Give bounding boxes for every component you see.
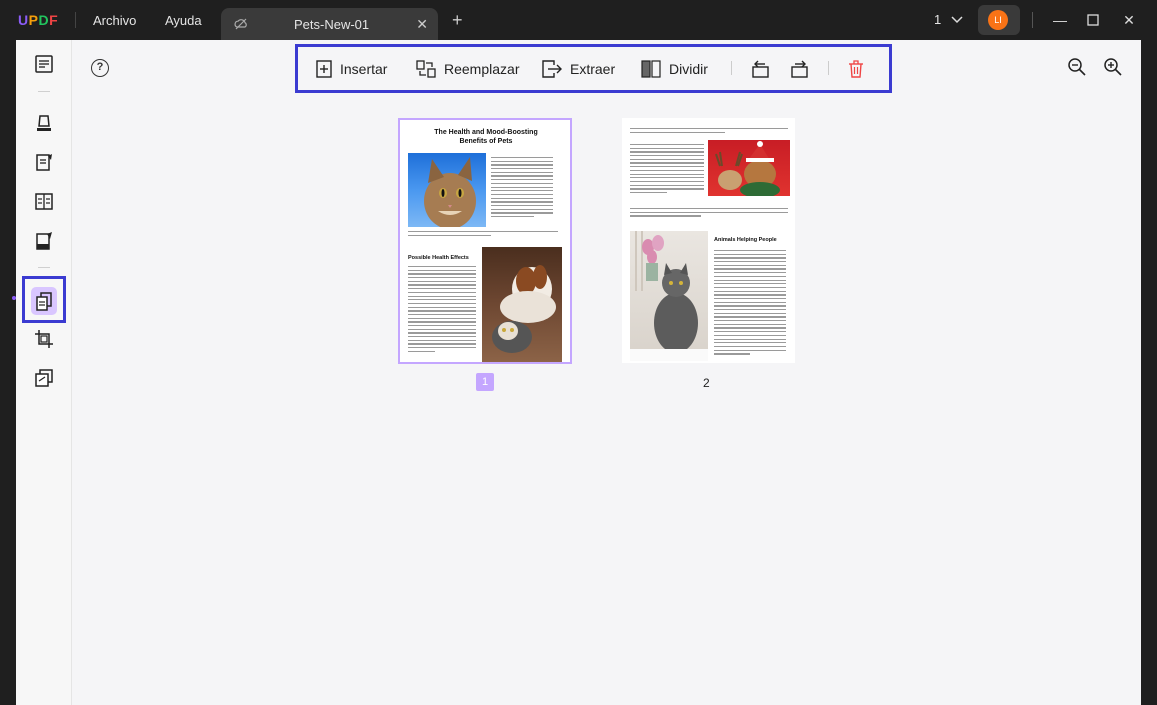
new-tab-icon[interactable]: + [452,11,463,29]
gray-cat-photo [630,231,708,361]
page-1-caption-text [408,231,558,238]
cloud-off-icon [234,18,247,30]
dogs-photo [482,247,562,362]
menu-ayuda[interactable]: Ayuda [165,13,202,28]
reader-icon[interactable] [28,48,60,80]
zoom-out-icon[interactable] [1067,57,1087,77]
page-thumbnail-1[interactable]: The Health and Mood-Boosting Benefits of… [398,118,572,364]
avatar: LI [988,10,1008,30]
menu-divider [75,12,76,28]
form-icon[interactable] [28,185,60,217]
tab-title: Pets-New-01 [294,17,370,32]
window-controls-divider [1032,12,1033,28]
title-bar: UPDF Archivo Ayuda Pets-New-01 ✕ + 1 LI … [0,0,1157,40]
sidebar-divider [38,91,50,92]
layers-icon[interactable] [28,362,60,394]
page-2-quote-text [630,208,788,219]
page-2-column-text [630,144,704,196]
app-logo: UPDF [18,12,59,28]
page-thumbnail-2[interactable]: Animals Helping People [622,118,795,363]
comment-icon[interactable] [28,107,60,139]
page-1-section-text [408,266,476,355]
document-tab[interactable]: Pets-New-01 ✕ [221,8,438,40]
rotate-right-icon [791,60,808,78]
close-window-icon[interactable]: ✕ [1119,10,1139,30]
insert-page-icon [316,60,332,78]
extract-label: Extraer [570,61,616,77]
zoom-in-icon[interactable] [1103,57,1123,77]
split-page-icon [641,60,661,78]
active-tool-highlight [22,276,66,323]
delete-page-button[interactable] [848,58,864,80]
holiday-pets-photo [708,140,790,196]
account-button[interactable]: LI [978,5,1020,35]
page-1-heading: Possible Health Effects [408,255,469,261]
toolbar-divider [731,61,732,75]
menu-archivo[interactable]: Archivo [93,13,136,28]
page-2-section-text [714,250,786,357]
trash-icon [849,60,863,78]
extract-button[interactable]: Extraer [542,58,615,80]
rotate-left-button[interactable] [750,58,770,80]
maximize-icon[interactable] [1083,10,1103,30]
insert-button[interactable]: Insertar [316,58,387,80]
page-number-2: 2 [703,376,710,390]
insert-label: Insertar [340,61,388,77]
replace-label: Reemplazar [444,61,520,77]
split-button[interactable]: Dividir [641,58,708,80]
cat-photo [408,153,486,227]
page-count-value: 1 [934,12,942,27]
sidebar-divider [38,267,50,268]
page-number-1: 1 [476,373,494,391]
page-1-body-text [491,157,553,220]
extract-page-icon [542,60,562,78]
left-sidebar [16,40,72,705]
rotate-left-icon [752,60,769,78]
sidebar-indicator-dot [12,296,16,300]
page-2-intro-text [630,128,788,135]
main-area: ? Insertar Reemplazar Extraer Dividir Th… [72,40,1141,705]
toolbar-divider [828,61,829,75]
sign-icon[interactable] [28,225,60,257]
crop-icon[interactable] [28,323,60,355]
minimize-icon[interactable]: — [1050,10,1070,30]
page-toolbar: Insertar Reemplazar Extraer Dividir [295,44,892,93]
replace-button[interactable]: Reemplazar [416,58,519,80]
replace-page-icon [416,60,436,78]
chevron-down-icon [951,16,963,24]
edit-icon[interactable] [28,146,60,178]
page-1-title: The Health and Mood-Boosting Benefits of… [434,129,538,145]
split-label: Dividir [669,61,708,77]
close-tab-icon[interactable]: ✕ [416,16,428,33]
page-2-heading: Animals Helping People [714,237,777,243]
page-count-dropdown[interactable]: 1 [934,12,963,27]
rotate-right-button[interactable] [790,58,810,80]
help-icon[interactable]: ? [91,59,109,77]
